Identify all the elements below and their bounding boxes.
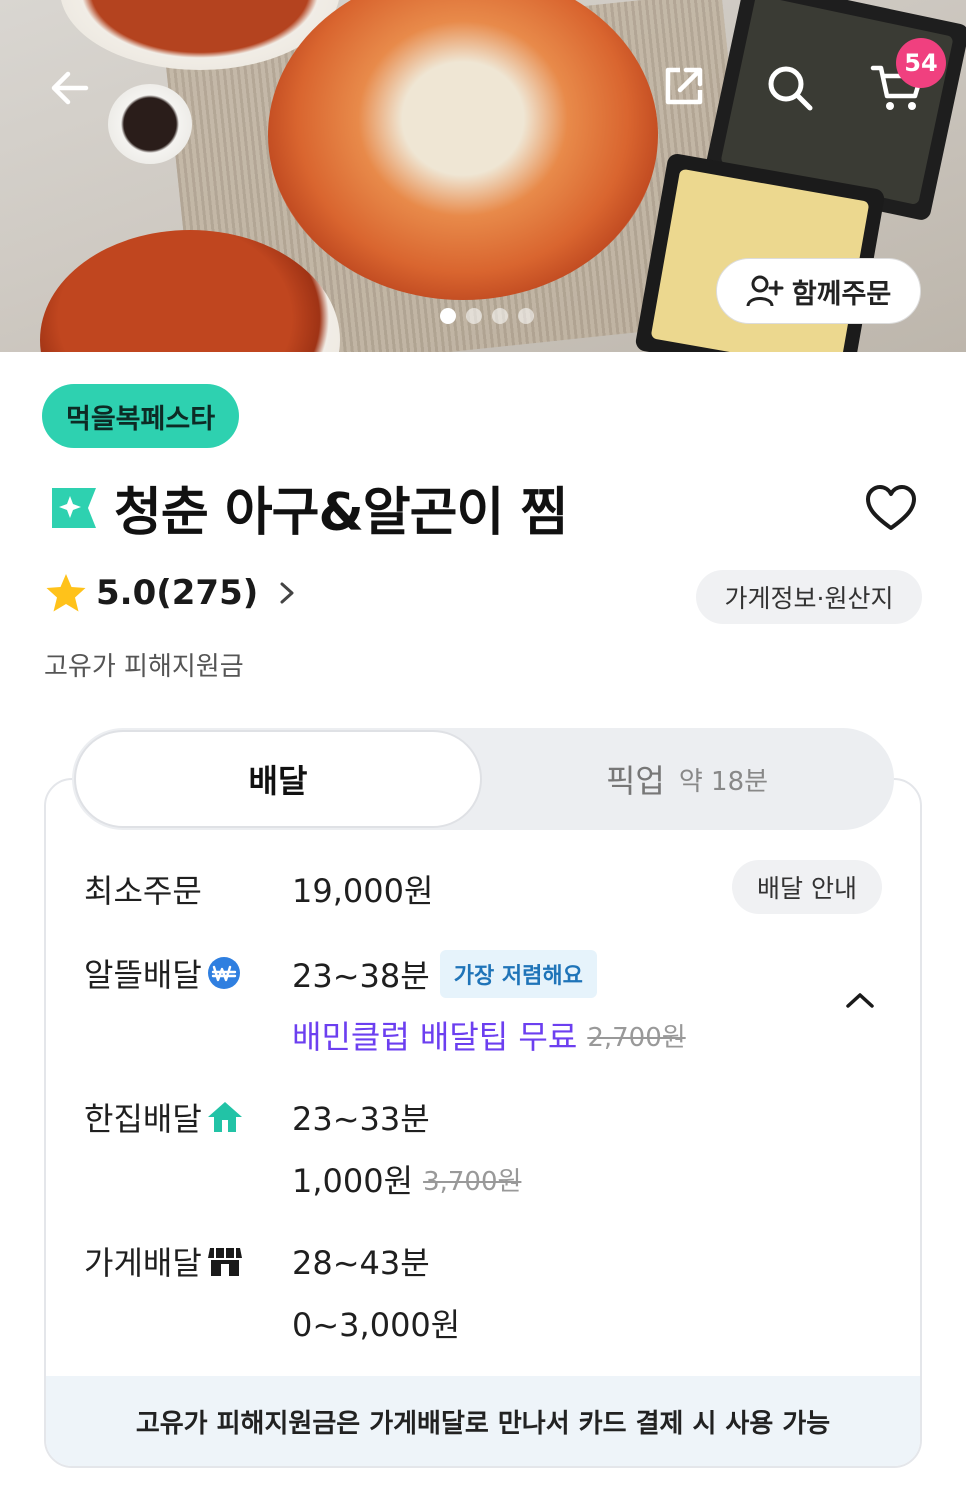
won-coin-icon bbox=[207, 957, 240, 989]
delivery-guide-button[interactable]: 배달 안내 bbox=[732, 860, 882, 914]
delivery-option-saver[interactable]: 알뜰배달 bbox=[84, 950, 242, 996]
back-arrow-icon bbox=[51, 71, 89, 105]
carousel-dot bbox=[440, 308, 456, 324]
min-order-label: 최소주문 bbox=[84, 866, 202, 912]
delivery-time: 23~33분 bbox=[292, 1100, 430, 1138]
carousel-indicator bbox=[440, 308, 534, 324]
min-order-amount: 19,000원 bbox=[292, 872, 434, 910]
together-order-button[interactable]: 함께주문 bbox=[716, 258, 921, 324]
carousel-dot bbox=[466, 308, 482, 324]
shop-icon bbox=[207, 1248, 242, 1276]
original-fee: 3,700원 bbox=[423, 1166, 522, 1197]
delivery-option-time-row: 23~38분 가장 저렴해요 bbox=[292, 950, 597, 998]
tab-delivery[interactable]: 배달 bbox=[74, 730, 482, 828]
chevron-right-icon bbox=[280, 582, 294, 604]
rating-link[interactable]: 5.0(275) bbox=[44, 572, 300, 614]
favorite-button[interactable] bbox=[860, 478, 922, 538]
share-button[interactable] bbox=[654, 56, 714, 116]
sauce-cup bbox=[108, 84, 192, 164]
add-user-icon bbox=[746, 275, 784, 307]
store-name: 청춘 아구&알곤이 찜 bbox=[114, 483, 568, 543]
promo-badge[interactable]: 먹을복페스타 bbox=[42, 384, 240, 448]
star-icon bbox=[46, 574, 86, 612]
delivery-option-label: 한집배달 bbox=[84, 1100, 202, 1138]
cheapest-badge: 가장 저렴해요 bbox=[439, 950, 597, 998]
delivery-time: 28~43분 bbox=[292, 1244, 430, 1282]
club-free-fee: 배민클럽 배달팁 무료 bbox=[292, 1018, 578, 1056]
delivery-option-store[interactable]: 가게배달 bbox=[84, 1238, 244, 1284]
delivery-option-label: 가게배달 bbox=[84, 1244, 202, 1282]
tab-pickup[interactable]: 픽업 약 18분 bbox=[482, 730, 892, 828]
chevron-up-icon bbox=[846, 993, 874, 1008]
store-star-icon bbox=[52, 487, 96, 528]
delivery-option-label: 알뜰배달 bbox=[84, 956, 202, 994]
search-icon bbox=[768, 66, 813, 111]
delivery-fee: 0~3,000원 bbox=[292, 1306, 461, 1344]
store-title-row: 청춘 아구&알곤이 찜 bbox=[46, 470, 568, 545]
delivery-option-fee-row: 1,000원 3,700원 bbox=[292, 1156, 521, 1202]
back-button[interactable] bbox=[40, 58, 100, 118]
carousel-dot bbox=[492, 308, 508, 324]
delivery-option-time-row: 23~33분 bbox=[292, 1094, 430, 1140]
rating-value: 5.0(275) bbox=[96, 573, 259, 613]
delivery-option-fee-row: 배민클럽 배달팁 무료 2,700원 bbox=[292, 1012, 686, 1058]
pickup-time: 약 18분 bbox=[678, 766, 769, 797]
collapse-options-button[interactable] bbox=[838, 980, 882, 1020]
min-order-label-text: 최소주문 bbox=[84, 872, 202, 910]
min-order-value: 19,000원 bbox=[292, 866, 433, 912]
heart-icon bbox=[866, 485, 916, 530]
cart-count-badge: 54 bbox=[896, 38, 946, 88]
store-info-origin-button[interactable]: 가게정보·원산지 bbox=[696, 570, 922, 624]
original-fee: 2,700원 bbox=[587, 1022, 686, 1053]
delivery-fee: 1,000원 bbox=[292, 1162, 414, 1200]
share-icon bbox=[665, 67, 703, 105]
delivery-option-time-row: 28~43분 bbox=[292, 1238, 430, 1284]
delivery-option-fee-row: 0~3,000원 bbox=[292, 1300, 460, 1346]
subsidy-label: 고유가 피해지원금 bbox=[44, 652, 244, 682]
carousel-dot bbox=[518, 308, 534, 324]
search-button[interactable] bbox=[758, 56, 822, 120]
together-order-label: 함께주문 bbox=[791, 278, 892, 310]
home-icon bbox=[207, 1102, 242, 1132]
delivery-time: 23~38분 bbox=[292, 957, 430, 995]
subsidy-notice: 고유가 피해지원금은 가게배달로 만나서 카드 결제 시 사용 가능 bbox=[46, 1376, 920, 1466]
delivery-option-single[interactable]: 한집배달 bbox=[84, 1094, 244, 1140]
pickup-label: 픽업 bbox=[605, 762, 665, 800]
